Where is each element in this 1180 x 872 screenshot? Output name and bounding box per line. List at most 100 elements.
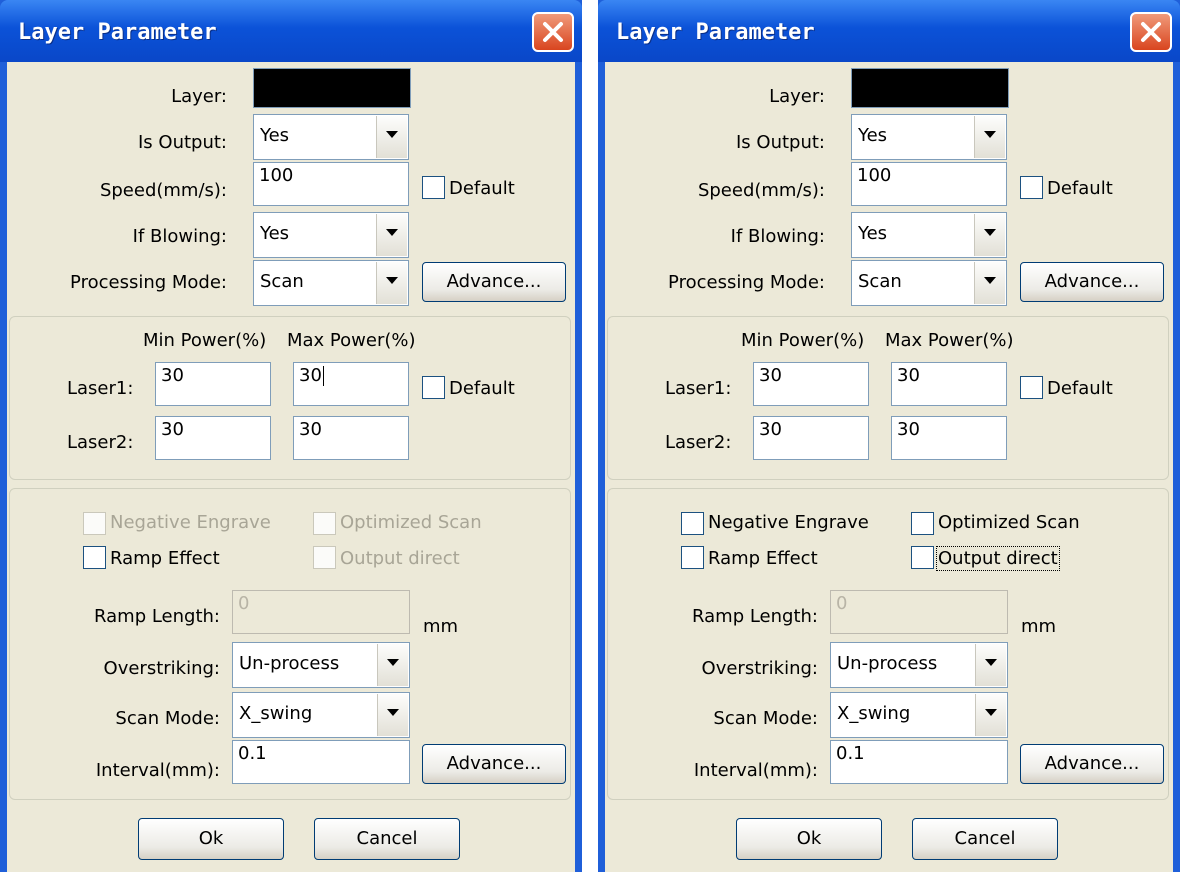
negative-engrave-label: Negative Engrave — [110, 512, 271, 533]
laser1-min-input[interactable]: 30 — [753, 362, 869, 406]
is-output-select[interactable]: Yes — [253, 114, 409, 160]
dialog-title: Layer Parameter — [616, 20, 815, 45]
laser2-label: Laser2: — [67, 432, 134, 453]
negative-engrave-checkbox[interactable] — [681, 512, 704, 535]
overstriking-select[interactable]: Un-process — [830, 642, 1008, 688]
interval-advance-button[interactable]: Advance... — [422, 744, 566, 784]
layer-label: Layer: — [769, 86, 825, 107]
dialog-title: Layer Parameter — [18, 20, 217, 45]
is-output-select[interactable]: Yes — [851, 114, 1007, 160]
processing-mode-select-value: Scan — [858, 271, 902, 292]
if-blowing-select[interactable]: Yes — [253, 212, 409, 258]
ok-button[interactable]: Ok — [138, 818, 284, 860]
dialog-body: Layer: Is Output: Yes Speed(mm/s): 100 D… — [7, 62, 575, 872]
scan-mode-select-value: X_swing — [837, 703, 911, 724]
optimized-scan-label: Optimized Scan — [340, 512, 482, 533]
title-bar: Layer Parameter — [0, 0, 582, 62]
scan-mode-select[interactable]: X_swing — [830, 692, 1008, 738]
ramp-length-input[interactable]: 0 — [830, 590, 1008, 634]
dropdown-arrow-button[interactable] — [377, 694, 408, 736]
overstriking-select-value: Un-process — [239, 653, 340, 674]
layer-color-swatch[interactable] — [851, 68, 1009, 108]
negative-engrave-label: Negative Engrave — [708, 512, 869, 533]
max-power-header: Max Power(%) — [287, 330, 416, 351]
negative-engrave-checkbox[interactable] — [83, 512, 106, 535]
dropdown-arrow-button[interactable] — [974, 116, 1005, 158]
laser2-max-input[interactable]: 30 — [891, 416, 1007, 460]
ramp-length-input[interactable]: 0 — [232, 590, 410, 634]
if-blowing-select-value: Yes — [858, 223, 888, 244]
interval-input[interactable]: 0.1 — [830, 740, 1008, 784]
interval-advance-button[interactable]: Advance... — [1020, 744, 1164, 784]
ramp-effect-checkbox[interactable] — [83, 546, 106, 569]
interval-input[interactable]: 0.1 — [232, 740, 410, 784]
is-output-label: Is Output: — [736, 132, 825, 153]
overstriking-label: Overstriking: — [701, 658, 818, 679]
speed-input[interactable]: 100 — [253, 162, 409, 206]
dropdown-arrow-button[interactable] — [376, 262, 407, 304]
dropdown-arrow-button[interactable] — [974, 214, 1005, 256]
laser1-label: Laser1: — [665, 378, 732, 399]
optimized-scan-label: Optimized Scan — [938, 512, 1080, 533]
if-blowing-label: If Blowing: — [132, 226, 227, 247]
output-direct-label: Output direct — [936, 546, 1060, 571]
scan-mode-select-value: X_swing — [239, 703, 313, 724]
laser1-max-value: 30 — [897, 365, 920, 386]
close-button[interactable] — [532, 12, 574, 52]
interval-label: Interval(mm): — [95, 760, 220, 781]
max-power-header: Max Power(%) — [885, 330, 1014, 351]
cancel-button[interactable]: Cancel — [314, 818, 460, 860]
power-default-label: Default — [1047, 378, 1113, 399]
dialog-window: Layer Parameter Layer: Is Output: Yes Sp… — [0, 0, 582, 872]
cancel-button[interactable]: Cancel — [912, 818, 1058, 860]
is-output-label: Is Output: — [138, 132, 227, 153]
processing-mode-select[interactable]: Scan — [851, 260, 1007, 306]
dropdown-arrow-button[interactable] — [975, 694, 1006, 736]
power-default-checkbox[interactable] — [1020, 376, 1043, 399]
laser1-max-input[interactable]: 30 — [891, 362, 1007, 406]
output-direct-checkbox[interactable] — [313, 546, 336, 569]
close-x-icon — [543, 22, 563, 42]
dialog-window: Layer Parameter Layer: Is Output: Yes Sp… — [598, 0, 1180, 872]
close-button[interactable] — [1130, 12, 1172, 52]
text-caret — [322, 366, 324, 386]
optimized-scan-checkbox[interactable] — [911, 512, 934, 535]
speed-label: Speed(mm/s): — [697, 180, 825, 201]
processing-mode-select-value: Scan — [260, 271, 304, 292]
processing-mode-label: Processing Mode: — [70, 272, 227, 293]
advance-button[interactable]: Advance... — [422, 262, 566, 302]
interval-label: Interval(mm): — [693, 760, 818, 781]
dropdown-arrow-button[interactable] — [376, 214, 407, 256]
speed-default-checkbox[interactable] — [1020, 176, 1043, 199]
laser1-max-input[interactable]: 30 — [293, 362, 409, 406]
processing-mode-select[interactable]: Scan — [253, 260, 409, 306]
dropdown-arrow-button[interactable] — [377, 644, 408, 686]
if-blowing-select[interactable]: Yes — [851, 212, 1007, 258]
ok-button[interactable]: Ok — [736, 818, 882, 860]
laser1-min-input[interactable]: 30 — [155, 362, 271, 406]
dropdown-arrow-button[interactable] — [975, 644, 1006, 686]
scan-mode-select[interactable]: X_swing — [232, 692, 410, 738]
ramp-length-label: Ramp Length: — [94, 606, 220, 627]
scan-mode-label: Scan Mode: — [115, 708, 220, 729]
speed-input[interactable]: 100 — [851, 162, 1007, 206]
output-direct-checkbox[interactable] — [911, 546, 934, 569]
layer-color-swatch[interactable] — [253, 68, 411, 108]
ramp-effect-checkbox[interactable] — [681, 546, 704, 569]
overstriking-select[interactable]: Un-process — [232, 642, 410, 688]
speed-default-label: Default — [449, 178, 515, 199]
output-direct-label: Output direct — [340, 548, 460, 569]
laser2-max-input[interactable]: 30 — [293, 416, 409, 460]
laser1-label: Laser1: — [67, 378, 134, 399]
is-output-select-value: Yes — [260, 125, 290, 146]
laser2-min-input[interactable]: 30 — [155, 416, 271, 460]
power-default-checkbox[interactable] — [422, 376, 445, 399]
dropdown-arrow-button[interactable] — [376, 116, 407, 158]
ramp-length-unit: mm — [1021, 616, 1057, 637]
ramp-effect-label: Ramp Effect — [708, 548, 818, 569]
advance-button[interactable]: Advance... — [1020, 262, 1164, 302]
laser2-min-input[interactable]: 30 — [753, 416, 869, 460]
optimized-scan-checkbox[interactable] — [313, 512, 336, 535]
dropdown-arrow-button[interactable] — [974, 262, 1005, 304]
speed-default-checkbox[interactable] — [422, 176, 445, 199]
